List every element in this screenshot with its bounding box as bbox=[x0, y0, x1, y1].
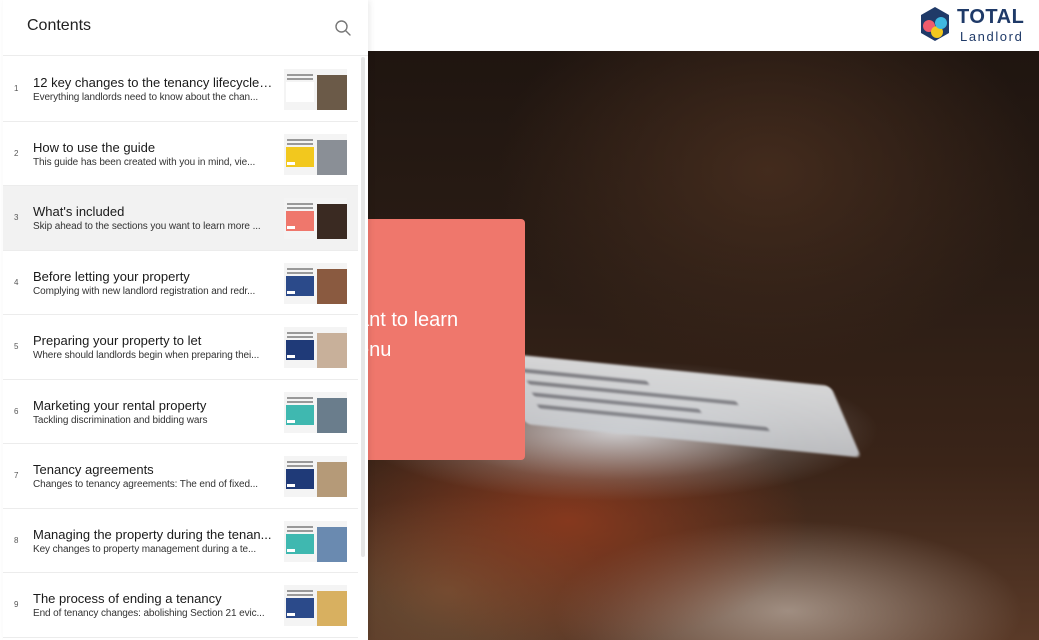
item-title: Preparing your property to let bbox=[33, 333, 202, 348]
item-title: How to use the guide bbox=[33, 139, 156, 155]
phone-image bbox=[494, 352, 862, 458]
contents-item[interactable]: 2 How to use the guide This guide has been… bbox=[3, 122, 358, 186]
item-title: What's included bbox=[33, 204, 125, 219]
hero-text-line1: ant to learn bbox=[368, 309, 459, 331]
item-thumbnail bbox=[284, 520, 347, 562]
item-number: 2 bbox=[14, 148, 19, 158]
contents-item[interactable]: 6 Marketing your rental property Tackling … bbox=[3, 380, 358, 444]
item-title: Tenancy agreements bbox=[33, 462, 154, 477]
contents-item[interactable]: 3 What's included Skip ahead to the sectio… bbox=[3, 186, 358, 251]
item-number: 4 bbox=[14, 277, 19, 287]
item-number: 3 bbox=[14, 213, 19, 222]
item-number: 9 bbox=[14, 600, 19, 609]
hero-background: ant to learn enu bbox=[368, 51, 1039, 640]
item-subtitle: Skip ahead to the sections you want to l… bbox=[33, 221, 261, 232]
item-subtitle: Tackling discrimination and bidding wars bbox=[33, 414, 208, 426]
item-title: The process of ending a tenancy bbox=[33, 591, 222, 606]
item-title: Managing the property during the tenan..… bbox=[33, 526, 272, 542]
contents-item[interactable]: 9 The process of ending a tenancy End of t… bbox=[3, 573, 358, 638]
item-number: 6 bbox=[14, 406, 19, 416]
brand-logo[interactable]: TOTAL Landlord bbox=[919, 4, 1031, 46]
item-thumbnail bbox=[284, 456, 347, 497]
item-number: 7 bbox=[14, 471, 19, 480]
logo-word-landlord: Landlord bbox=[960, 29, 1024, 44]
item-subtitle: Everything landlords need to know about … bbox=[33, 92, 259, 103]
search-icon[interactable] bbox=[334, 19, 352, 37]
item-title: 12 key changes to the tenancy lifecycle … bbox=[33, 75, 273, 90]
item-subtitle: Key changes to property management durin… bbox=[33, 543, 257, 555]
item-title: Marketing your rental property bbox=[33, 397, 207, 413]
item-thumbnail bbox=[284, 69, 347, 110]
sidebar-scrollbar[interactable] bbox=[361, 57, 365, 557]
item-number: 1 bbox=[14, 84, 19, 93]
item-thumbnail bbox=[284, 327, 347, 368]
hero-text-line2: enu bbox=[368, 339, 392, 361]
contents-item[interactable]: 1 12 key changes to the tenancy lifecycle… bbox=[3, 57, 358, 122]
contents-list: 1 12 key changes to the tenancy lifecycle… bbox=[3, 57, 358, 638]
item-subtitle: This guide has been created with you in … bbox=[33, 156, 256, 168]
sidebar-title: Contents bbox=[27, 17, 92, 34]
hexagon-logo-icon bbox=[921, 7, 949, 41]
contents-item[interactable]: 7 Tenancy agreements Changes to tenancy ag… bbox=[3, 444, 358, 509]
item-thumbnail bbox=[284, 262, 347, 304]
hero-text: ant to learn enu bbox=[368, 305, 458, 365]
logo-word-total: TOTAL bbox=[957, 6, 1025, 28]
item-thumbnail bbox=[284, 585, 347, 626]
contents-item[interactable]: 8 Managing the property during the tenan.… bbox=[3, 509, 358, 573]
item-number: 5 bbox=[14, 342, 19, 351]
hero-card: ant to learn enu bbox=[368, 219, 525, 460]
sidebar-header: Contents bbox=[3, 0, 368, 56]
contents-item[interactable]: 4 Before letting your property Complying w… bbox=[3, 251, 358, 315]
item-number: 8 bbox=[14, 535, 19, 545]
contents-item[interactable]: 5 Preparing your property to let Where sho… bbox=[3, 315, 358, 380]
contents-sidebar: Contents 1 12 key changes to the tenancy … bbox=[3, 0, 368, 640]
item-thumbnail bbox=[284, 133, 347, 175]
item-title: Before letting your property bbox=[33, 268, 190, 284]
item-thumbnail bbox=[284, 391, 347, 433]
item-subtitle: Changes to tenancy agreements: The end o… bbox=[33, 479, 258, 490]
item-thumbnail bbox=[284, 198, 347, 239]
item-subtitle: End of tenancy changes: abolishing Secti… bbox=[33, 608, 265, 619]
item-subtitle: Complying with new landlord registration… bbox=[33, 285, 256, 297]
item-subtitle: Where should landlords begin when prepar… bbox=[33, 350, 260, 361]
